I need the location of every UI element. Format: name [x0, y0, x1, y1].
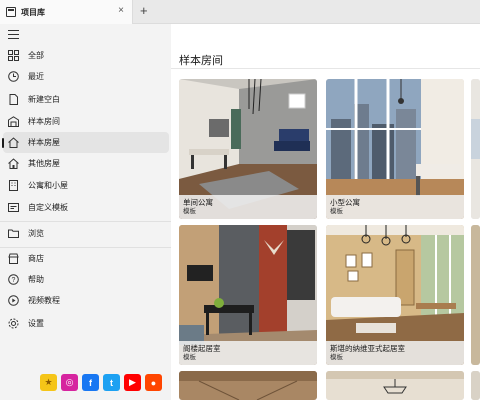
house-icon [7, 158, 19, 170]
card-subtitle: 模板 [330, 354, 343, 361]
tab-project-library[interactable]: 项目库 × [0, 0, 133, 24]
sidebar-item-label: 设置 [28, 319, 44, 328]
store-icon [7, 253, 19, 265]
sidebar-item-custom-templates[interactable]: 自定义模板 [3, 197, 169, 218]
template-card-studio-apartment[interactable]: 单间公寓 模板 [179, 79, 317, 219]
sidebar-item-sample-houses[interactable]: 样本房屋 [2, 132, 169, 153]
room-thumbnail [471, 225, 480, 365]
card-title: 小型公寓 [330, 198, 360, 207]
sidebar-item-browse[interactable]: 浏览 [3, 223, 169, 244]
new-tab-button[interactable]: + [140, 3, 148, 18]
sidebar-item-label: 样本房间 [28, 117, 60, 126]
template-card-loft-living-room[interactable]: 阁楼起居室 模板 [179, 225, 317, 365]
sidebar-item-label: 帮助 [28, 275, 44, 284]
sidebar-item-label: 其他房屋 [28, 159, 60, 168]
template-card-small-apartment[interactable]: 小型公寓 模板 [326, 79, 464, 219]
room-thumbnail [471, 371, 480, 400]
sidebar-item-label: 新建空白 [28, 95, 60, 104]
tab-title: 项目库 [21, 7, 45, 17]
sidebar-item-all[interactable]: 全部 [3, 45, 169, 66]
sidebar-item-store[interactable]: 商店 [3, 248, 169, 269]
card-title: 斯堪的纳维亚式起居室 [330, 344, 405, 353]
twitter-icon[interactable]: t [103, 374, 120, 391]
template-card-partial[interactable] [179, 371, 317, 400]
social-links: ★ ◎ f t ▶ ● [40, 374, 162, 391]
sidebar-item-video-tutorials[interactable]: 视频教程 [3, 290, 169, 311]
card-caption: 小型公寓 模板 [326, 195, 464, 219]
svg-text:?: ? [11, 277, 15, 284]
card-subtitle: 模板 [183, 208, 196, 215]
app-icon [6, 7, 16, 17]
sidebar-item-label: 样本房屋 [28, 138, 60, 147]
template-card-partial[interactable] [471, 79, 480, 219]
building-icon [7, 180, 19, 192]
house-icon [7, 137, 19, 149]
youtube-icon[interactable]: ▶ [124, 374, 141, 391]
template-card-partial[interactable] [471, 225, 480, 365]
sidebar-item-label: 全部 [28, 51, 44, 60]
tab-bar: 项目库 × + [0, 0, 480, 24]
sidebar-item-sample-rooms[interactable]: 样本房间 [3, 111, 169, 132]
sidebar-item-label: 最近 [28, 72, 44, 81]
sidebar: 全部 最近 新建空白 样本房间 样本房屋 其他房屋 公寓和小屋 自定义模板 浏览… [0, 24, 171, 400]
play-icon [7, 295, 19, 307]
sidebar-item-label: 自定义模板 [28, 203, 68, 212]
sidebar-item-label: 视频教程 [28, 296, 60, 305]
hamburger-menu-icon[interactable] [8, 30, 19, 39]
card-subtitle: 模板 [183, 354, 196, 361]
sidebar-item-other-houses[interactable]: 其他房屋 [3, 153, 169, 174]
close-icon[interactable]: × [118, 5, 124, 16]
card-subtitle: 模板 [330, 208, 343, 215]
template-icon [7, 202, 19, 214]
divider [0, 221, 171, 222]
template-card-partial[interactable] [326, 371, 464, 400]
clock-icon [7, 71, 19, 83]
sidebar-item-label: 公寓和小屋 [28, 181, 68, 190]
card-title: 阁楼起居室 [183, 344, 221, 353]
reddit-icon[interactable]: ● [145, 374, 162, 391]
sidebar-item-new-blank[interactable]: 新建空白 [3, 89, 169, 110]
facebook-icon[interactable]: f [82, 374, 99, 391]
sidebar-item-apartments[interactable]: 公寓和小屋 [3, 175, 169, 196]
card-caption: 单间公寓 模板 [179, 195, 317, 219]
help-icon: ? [7, 274, 19, 286]
folder-icon [7, 228, 19, 240]
room-thumbnail [471, 79, 480, 219]
star-icon[interactable]: ★ [40, 374, 57, 391]
sidebar-item-label: 浏览 [28, 229, 44, 238]
sidebar-item-recent[interactable]: 最近 [3, 66, 169, 87]
room-thumbnail [179, 371, 317, 400]
room-icon [7, 116, 19, 128]
page-title: 样本房间 [179, 55, 223, 67]
sidebar-item-help[interactable]: ? 帮助 [3, 269, 169, 290]
card-caption: 阁楼起居室 模板 [179, 341, 317, 365]
card-caption: 斯堪的纳维亚式起居室 模板 [326, 341, 464, 365]
sidebar-item-settings[interactable]: 设置 [3, 313, 169, 334]
grid-icon [7, 50, 19, 62]
divider [171, 68, 480, 69]
room-thumbnail [326, 371, 464, 400]
sidebar-item-label: 商店 [28, 254, 44, 263]
gear-icon [7, 318, 19, 330]
document-icon [7, 94, 19, 106]
card-title: 单间公寓 [183, 198, 213, 207]
instagram-icon[interactable]: ◎ [61, 374, 78, 391]
template-card-partial[interactable] [471, 371, 480, 400]
main-content: 样本房间 单间公寓 模板 小型公寓 模板 阁楼起居室 模板 斯堪的纳维亚式起居室… [171, 24, 480, 400]
template-card-scandinavian-living-room[interactable]: 斯堪的纳维亚式起居室 模板 [326, 225, 464, 365]
